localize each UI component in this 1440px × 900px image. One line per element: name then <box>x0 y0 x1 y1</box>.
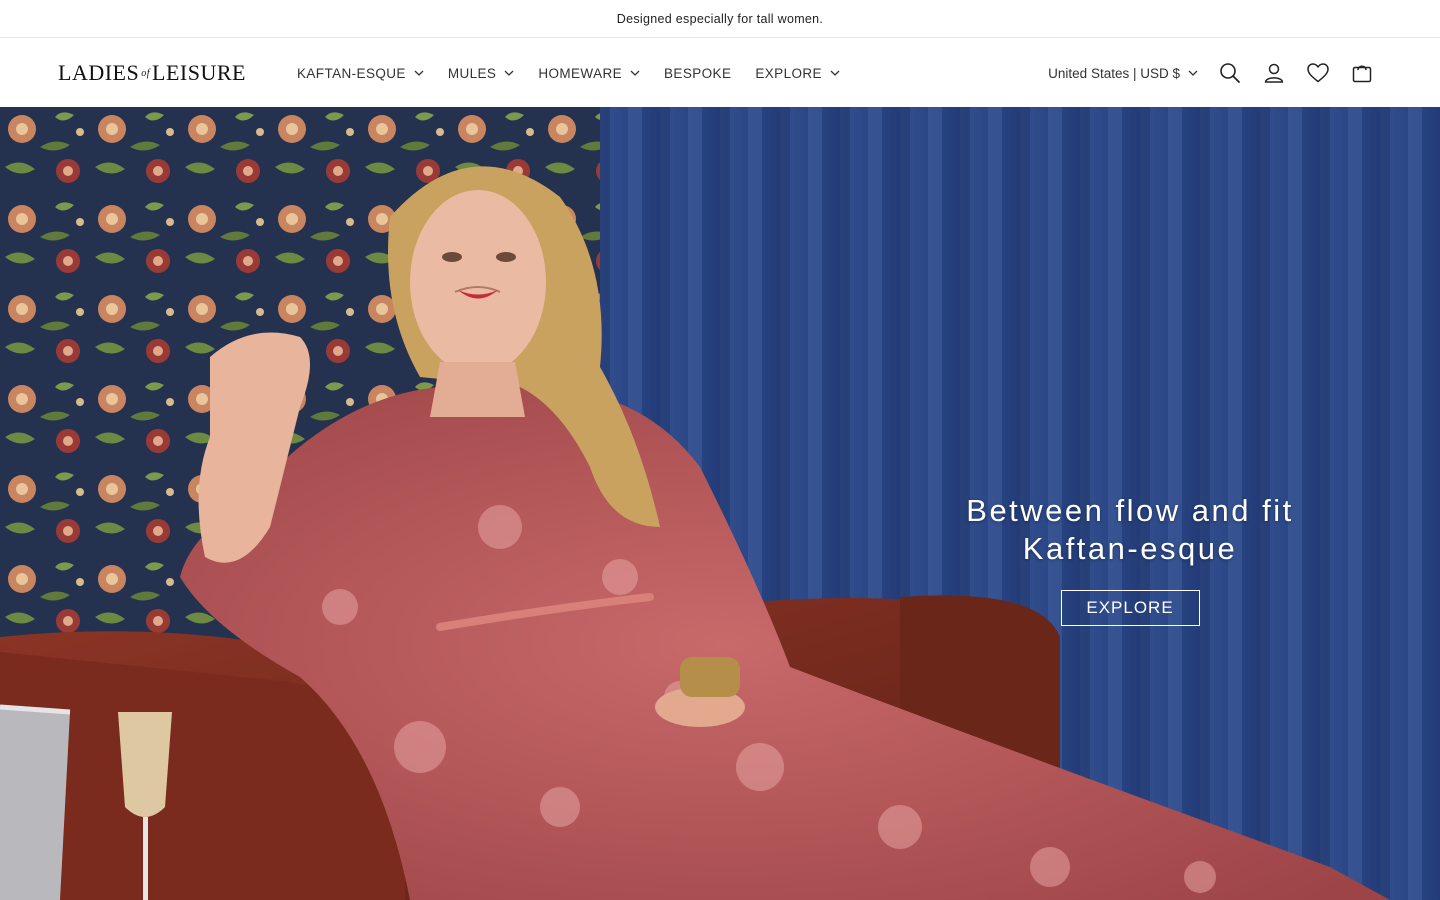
main-nav: KAFTAN-ESQUE MULES HOMEWARE BESPOKE EXPL… <box>285 39 852 107</box>
country-currency-label: United States | USD $ <box>1048 65 1180 81</box>
nav-item-mules[interactable]: MULES <box>436 39 527 107</box>
hero-heading-line-1: Between flow and fit <box>966 493 1294 528</box>
hero-heading-line-2: Kaftan-esque <box>1022 531 1238 566</box>
logo-word-ladies: LADIES <box>58 60 140 85</box>
header-actions: United States | USD $ <box>1048 39 1384 107</box>
chevron-down-icon <box>504 70 514 76</box>
logo-word-leisure: LEISURE <box>152 60 246 85</box>
nav-item-homeware[interactable]: HOMEWARE <box>526 39 652 107</box>
chevron-down-icon <box>630 70 640 76</box>
chevron-down-icon <box>1188 70 1198 76</box>
cart-bag-icon <box>1352 65 1372 83</box>
hero-banner: Between flow and fit Kaftan-esque EXPLOR… <box>0 107 1440 900</box>
hero-heading: Between flow and fit Kaftan-esque <box>930 492 1330 568</box>
nav-item-explore[interactable]: EXPLORE <box>743 39 852 107</box>
chevron-down-icon <box>830 70 840 76</box>
nav-item-bespoke[interactable]: BESPOKE <box>652 39 743 107</box>
announcement-text: Designed especially for tall women. <box>616 11 824 26</box>
account-icon <box>1264 63 1284 83</box>
cart-button[interactable] <box>1340 51 1384 95</box>
nav-item-label: BESPOKE <box>664 65 732 81</box>
announcement-bar: Designed especially for tall women. <box>0 0 1440 38</box>
search-button[interactable] <box>1208 51 1252 95</box>
nav-item-label: MULES <box>447 65 497 81</box>
hero-explore-button[interactable]: EXPLORE <box>1060 590 1200 626</box>
nav-item-label: KAFTAN-ESQUE <box>297 65 406 81</box>
logo-word-of: of <box>141 68 150 79</box>
site-logo[interactable]: LADIES of LEISURE <box>58 60 246 91</box>
wishlist-button[interactable] <box>1296 51 1340 95</box>
account-button[interactable] <box>1252 51 1296 95</box>
search-icon <box>1220 63 1240 83</box>
nav-item-kaftan-esque[interactable]: KAFTAN-ESQUE <box>285 39 436 107</box>
chevron-down-icon <box>414 70 424 76</box>
hero-text-block: Between flow and fit Kaftan-esque EXPLOR… <box>930 492 1330 626</box>
wishlist-heart-icon <box>1307 63 1329 83</box>
nav-item-label: EXPLORE <box>755 65 822 81</box>
site-header: LADIES of LEISURE KAFTAN-ESQUE MULES HOM… <box>0 39 1440 107</box>
country-currency-selector[interactable]: United States | USD $ <box>1048 66 1208 81</box>
nav-item-label: HOMEWARE <box>538 65 623 81</box>
